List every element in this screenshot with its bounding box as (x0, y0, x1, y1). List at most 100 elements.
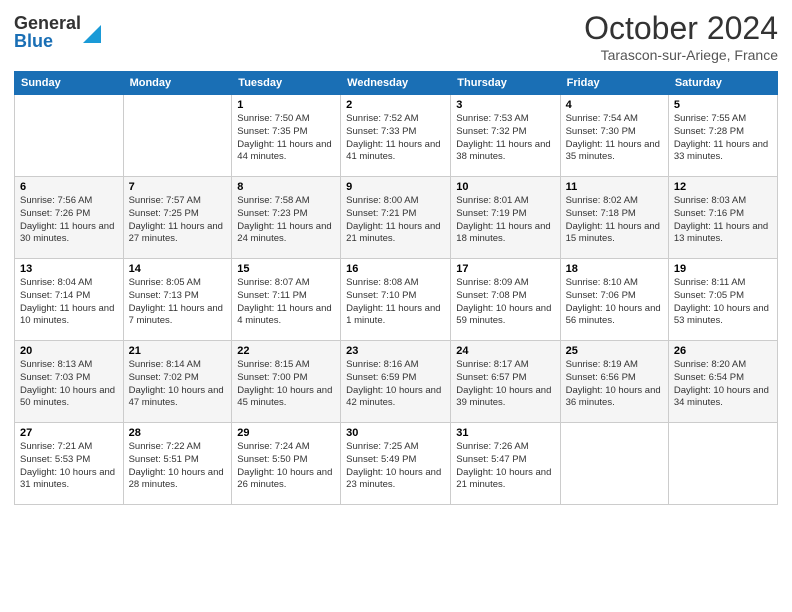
day-info: Sunrise: 7:54 AMSunset: 7:30 PMDaylight:… (566, 113, 663, 164)
day-number: 14 (129, 263, 227, 275)
day-info: Sunrise: 7:53 AMSunset: 7:32 PMDaylight:… (456, 113, 554, 164)
calendar-cell: 14 Sunrise: 8:05 AMSunset: 7:13 PMDayligh… (123, 259, 232, 341)
calendar-cell: 15 Sunrise: 8:07 AMSunset: 7:11 PMDayligh… (232, 259, 341, 341)
day-info: Sunrise: 8:07 AMSunset: 7:11 PMDaylight:… (237, 277, 335, 328)
day-info: Sunrise: 8:20 AMSunset: 6:54 PMDaylight:… (674, 359, 772, 410)
calendar-cell: 21Sunrise: 8:14 AMSunset: 7:02 PMDayligh… (123, 341, 232, 423)
col-friday: Friday (560, 72, 668, 95)
calendar-cell: 7 Sunrise: 7:57 AMSunset: 7:25 PMDaylight… (123, 177, 232, 259)
day-info: Sunrise: 8:14 AMSunset: 7:02 PMDaylight:… (129, 359, 227, 410)
calendar-cell: 12 Sunrise: 8:03 AMSunset: 7:16 PMDayligh… (668, 177, 777, 259)
day-info: Sunrise: 7:57 AMSunset: 7:25 PMDaylight:… (129, 195, 227, 246)
calendar-week-row: 6 Sunrise: 7:56 AMSunset: 7:26 PMDaylight… (15, 177, 778, 259)
calendar-cell: 26 Sunrise: 8:20 AMSunset: 6:54 PMDayligh… (668, 341, 777, 423)
day-number: 30 (346, 427, 445, 439)
logo-icon (83, 21, 101, 43)
day-info: Sunrise: 7:56 AMSunset: 7:26 PMDaylight:… (20, 195, 118, 246)
calendar-cell: 10 Sunrise: 8:01 AMSunset: 7:19 PMDayligh… (451, 177, 560, 259)
calendar-cell: 30 Sunrise: 7:25 AMSunset: 5:49 PMDayligh… (341, 423, 451, 505)
day-number: 4 (566, 99, 663, 111)
day-info: Sunrise: 8:02 AMSunset: 7:18 PMDaylight:… (566, 195, 663, 246)
day-number: 1 (237, 99, 335, 111)
day-info: Sunrise: 7:52 AMSunset: 7:33 PMDaylight:… (346, 113, 445, 164)
calendar-week-row: 20 Sunrise: 8:13 AMSunset: 7:03 PMDayligh… (15, 341, 778, 423)
day-info: Sunrise: 7:55 AMSunset: 7:28 PMDaylight:… (674, 113, 772, 164)
day-info: Sunrise: 8:00 AMSunset: 7:21 PMDaylight:… (346, 195, 445, 246)
calendar-cell: 20 Sunrise: 8:13 AMSunset: 7:03 PMDayligh… (15, 341, 124, 423)
calendar-cell: 4 Sunrise: 7:54 AMSunset: 7:30 PMDaylight… (560, 95, 668, 177)
day-number: 11 (566, 181, 663, 193)
day-info: Sunrise: 8:13 AMSunset: 7:03 PMDaylight:… (20, 359, 118, 410)
col-monday: Monday (123, 72, 232, 95)
day-info: Sunrise: 8:04 AMSunset: 7:14 PMDaylight:… (20, 277, 118, 328)
day-info: Sunrise: 7:21 AMSunset: 5:53 PMDaylight:… (20, 441, 118, 492)
day-number: 6 (20, 181, 118, 193)
title-block: October 2024 Tarascon-sur-Ariege, France (584, 10, 778, 63)
day-info: Sunrise: 7:25 AMSunset: 5:49 PMDaylight:… (346, 441, 445, 492)
calendar-cell: 29Sunrise: 7:24 AMSunset: 5:50 PMDayligh… (232, 423, 341, 505)
calendar-cell: 27 Sunrise: 7:21 AMSunset: 5:53 PMDayligh… (15, 423, 124, 505)
day-number: 31 (456, 427, 554, 439)
calendar-cell: 5 Sunrise: 7:55 AMSunset: 7:28 PMDaylight… (668, 95, 777, 177)
day-info: Sunrise: 7:22 AMSunset: 5:51 PMDaylight:… (129, 441, 227, 492)
page-container: General Blue October 2024 Tarascon-sur-A… (0, 0, 792, 612)
calendar-cell: 24Sunrise: 8:17 AMSunset: 6:57 PMDayligh… (451, 341, 560, 423)
calendar-cell: 11 Sunrise: 8:02 AMSunset: 7:18 PMDayligh… (560, 177, 668, 259)
day-info: Sunrise: 8:05 AMSunset: 7:13 PMDaylight:… (129, 277, 227, 328)
calendar-week-row: 13 Sunrise: 8:04 AMSunset: 7:14 PMDayligh… (15, 259, 778, 341)
calendar-cell: 17 Sunrise: 8:09 AMSunset: 7:08 PMDayligh… (451, 259, 560, 341)
calendar-cell: 31Sunrise: 7:26 AMSunset: 5:47 PMDayligh… (451, 423, 560, 505)
day-info: Sunrise: 8:10 AMSunset: 7:06 PMDaylight:… (566, 277, 663, 328)
day-number: 22 (237, 345, 335, 357)
col-sunday: Sunday (15, 72, 124, 95)
day-number: 13 (20, 263, 118, 275)
day-number: 15 (237, 263, 335, 275)
calendar-cell: 8Sunrise: 7:58 AMSunset: 7:23 PMDaylight… (232, 177, 341, 259)
day-number: 28 (129, 427, 227, 439)
calendar-cell: 28 Sunrise: 7:22 AMSunset: 5:51 PMDayligh… (123, 423, 232, 505)
day-info: Sunrise: 8:08 AMSunset: 7:10 PMDaylight:… (346, 277, 445, 328)
day-info: Sunrise: 8:11 AMSunset: 7:05 PMDaylight:… (674, 277, 772, 328)
calendar-cell (15, 95, 124, 177)
day-number: 12 (674, 181, 772, 193)
day-info: Sunrise: 7:50 AMSunset: 7:35 PMDaylight:… (237, 113, 335, 164)
day-number: 26 (674, 345, 772, 357)
calendar-week-row: 1 Sunrise: 7:50 AMSunset: 7:35 PMDaylight… (15, 95, 778, 177)
day-number: 20 (20, 345, 118, 357)
calendar-cell: 9 Sunrise: 8:00 AMSunset: 7:21 PMDaylight… (341, 177, 451, 259)
calendar-cell: 18 Sunrise: 8:10 AMSunset: 7:06 PMDayligh… (560, 259, 668, 341)
day-info: Sunrise: 8:19 AMSunset: 6:56 PMDaylight:… (566, 359, 663, 410)
day-number: 10 (456, 181, 554, 193)
calendar-cell: 22Sunrise: 8:15 AMSunset: 7:00 PMDayligh… (232, 341, 341, 423)
day-number: 18 (566, 263, 663, 275)
logo-blue: Blue (14, 32, 81, 50)
day-info: Sunrise: 8:01 AMSunset: 7:19 PMDaylight:… (456, 195, 554, 246)
day-number: 7 (129, 181, 227, 193)
day-number: 5 (674, 99, 772, 111)
day-number: 27 (20, 427, 118, 439)
day-number: 16 (346, 263, 445, 275)
col-saturday: Saturday (668, 72, 777, 95)
day-number: 25 (566, 345, 663, 357)
location-title: Tarascon-sur-Ariege, France (584, 47, 778, 63)
day-number: 3 (456, 99, 554, 111)
calendar-cell (668, 423, 777, 505)
day-number: 19 (674, 263, 772, 275)
day-number: 23 (346, 345, 445, 357)
day-info: Sunrise: 8:09 AMSunset: 7:08 PMDaylight:… (456, 277, 554, 328)
day-info: Sunrise: 8:03 AMSunset: 7:16 PMDaylight:… (674, 195, 772, 246)
day-number: 17 (456, 263, 554, 275)
day-number: 9 (346, 181, 445, 193)
calendar-week-row: 27 Sunrise: 7:21 AMSunset: 5:53 PMDayligh… (15, 423, 778, 505)
calendar-cell: 13 Sunrise: 8:04 AMSunset: 7:14 PMDayligh… (15, 259, 124, 341)
calendar-cell: 6 Sunrise: 7:56 AMSunset: 7:26 PMDaylight… (15, 177, 124, 259)
day-number: 24 (456, 345, 554, 357)
calendar-cell: 23Sunrise: 8:16 AMSunset: 6:59 PMDayligh… (341, 341, 451, 423)
header: General Blue October 2024 Tarascon-sur-A… (14, 10, 778, 63)
day-info: Sunrise: 7:58 AMSunset: 7:23 PMDaylight:… (237, 195, 335, 246)
calendar-cell: 3 Sunrise: 7:53 AMSunset: 7:32 PMDaylight… (451, 95, 560, 177)
calendar-cell (123, 95, 232, 177)
calendar-cell (560, 423, 668, 505)
logo-text: General Blue (14, 14, 81, 50)
calendar-cell: 2Sunrise: 7:52 AMSunset: 7:33 PMDaylight… (341, 95, 451, 177)
